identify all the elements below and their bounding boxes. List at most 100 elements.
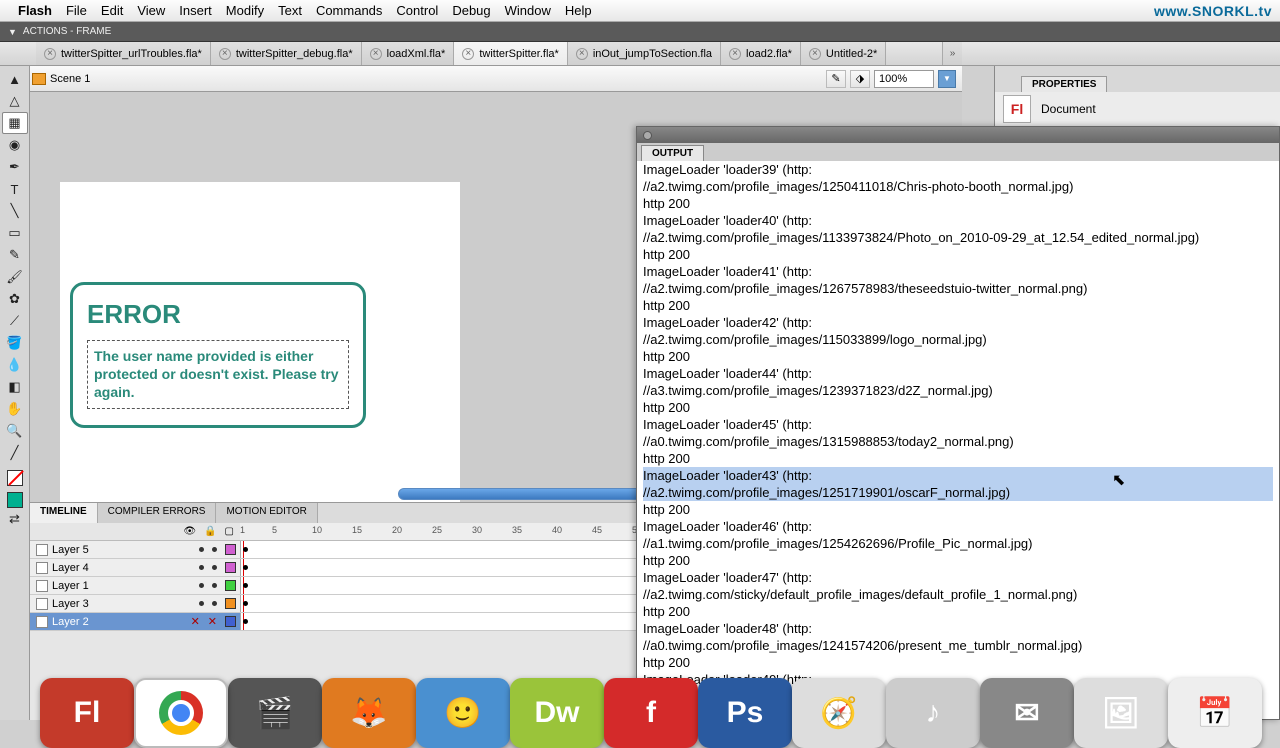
lock-icon[interactable]: 🔒 bbox=[204, 526, 216, 537]
layer-frames[interactable] bbox=[240, 559, 636, 576]
keyframe-icon[interactable] bbox=[243, 565, 248, 570]
close-icon[interactable]: × bbox=[462, 48, 474, 60]
document-tab[interactable]: ×inOut_jumpToSection.fla bbox=[568, 42, 721, 65]
layer-cell[interactable]: Layer 4 bbox=[30, 559, 240, 576]
lock-x-icon[interactable]: ✕ bbox=[208, 615, 217, 628]
output-line[interactable]: ImageLoader 'loader41' (http: //a2.twimg… bbox=[643, 263, 1273, 297]
outline-color-swatch[interactable] bbox=[225, 616, 236, 627]
output-line[interactable]: http 200 bbox=[643, 399, 1273, 416]
brush-tool[interactable]: 🖌 bbox=[2, 266, 28, 288]
layer-frames[interactable] bbox=[240, 541, 636, 558]
output-titlebar[interactable] bbox=[637, 127, 1279, 143]
output-line[interactable]: http 200 bbox=[643, 297, 1273, 314]
dock-safari[interactable]: 🧭 bbox=[792, 678, 886, 748]
menu-edit[interactable]: Edit bbox=[101, 3, 123, 18]
visibility-dot[interactable] bbox=[199, 565, 204, 570]
layer-cell[interactable]: Layer 5 bbox=[30, 541, 240, 558]
text-tool[interactable]: T bbox=[2, 178, 28, 200]
close-icon[interactable]: × bbox=[44, 48, 56, 60]
document-tab[interactable]: ×Untitled-2* bbox=[801, 42, 886, 65]
outline-color-swatch[interactable] bbox=[225, 544, 236, 555]
pencil-tool[interactable]: ✎ bbox=[2, 244, 28, 266]
close-icon[interactable]: × bbox=[576, 48, 588, 60]
frames-ruler[interactable]: 151015202530354045505560 bbox=[240, 523, 636, 540]
dock-photoshop[interactable]: Ps bbox=[698, 678, 792, 748]
close-icon[interactable]: × bbox=[809, 48, 821, 60]
tab-timeline[interactable]: TIMELINE bbox=[30, 503, 98, 523]
outline-color-swatch[interactable] bbox=[225, 598, 236, 609]
dock-firefox[interactable]: 🦊 bbox=[322, 678, 416, 748]
document-tab[interactable]: ×twitterSpitter_urlTroubles.fla* bbox=[36, 42, 211, 65]
keyframe-icon[interactable] bbox=[243, 547, 248, 552]
output-line[interactable]: ImageLoader 'loader43' (http: //a2.twimg… bbox=[643, 467, 1273, 501]
timeline-layer-row[interactable]: Layer 2✕✕ bbox=[30, 613, 636, 631]
menu-window[interactable]: Window bbox=[505, 3, 551, 18]
layer-frames[interactable] bbox=[240, 595, 636, 612]
output-line[interactable]: http 200 bbox=[643, 195, 1273, 212]
output-text[interactable]: ImageLoader 'loader39' (http: //a2.twimg… bbox=[637, 161, 1279, 719]
visibility-dot[interactable] bbox=[199, 547, 204, 552]
menu-help[interactable]: Help bbox=[565, 3, 592, 18]
bone-tool[interactable]: ⟋ bbox=[2, 310, 28, 332]
dock-flash[interactable]: Fl bbox=[40, 678, 134, 748]
output-line[interactable]: http 200 bbox=[643, 552, 1273, 569]
zoom-tool[interactable]: 🔍 bbox=[2, 420, 28, 442]
output-line[interactable]: http 200 bbox=[643, 603, 1273, 620]
free-transform-tool[interactable]: ▦ bbox=[2, 112, 28, 134]
layer-frames[interactable] bbox=[240, 613, 636, 630]
visibility-dot[interactable] bbox=[199, 583, 204, 588]
timeline-layer-row[interactable]: Layer 1 bbox=[30, 577, 636, 595]
dock-preview[interactable]: 🖼 bbox=[1074, 678, 1168, 748]
menu-file[interactable]: File bbox=[66, 3, 87, 18]
output-line[interactable]: ImageLoader 'loader47' (http: //a2.twimg… bbox=[643, 569, 1273, 603]
document-tab[interactable]: ×loadXml.fla* bbox=[362, 42, 455, 65]
layer-cell[interactable]: Layer 2✕✕ bbox=[30, 613, 240, 630]
eye-icon[interactable]: 👁 bbox=[183, 526, 196, 537]
output-line[interactable]: http 200 bbox=[643, 501, 1273, 518]
brand-link[interactable]: www.SNORKL.tv bbox=[1154, 3, 1272, 19]
fill-color-swatch[interactable] bbox=[7, 492, 23, 508]
output-line[interactable]: ImageLoader 'loader39' (http: //a2.twimg… bbox=[643, 161, 1273, 195]
menu-modify[interactable]: Modify bbox=[226, 3, 264, 18]
output-tab[interactable]: OUTPUT bbox=[641, 145, 704, 161]
scene-name[interactable]: Scene 1 bbox=[50, 73, 90, 85]
swap-colors[interactable]: ⇄ bbox=[2, 508, 28, 530]
layer-cell[interactable]: Layer 1 bbox=[30, 577, 240, 594]
deco-tool[interactable]: ✿ bbox=[2, 288, 28, 310]
zoom-dropdown[interactable]: ▼ bbox=[938, 70, 956, 88]
selection-tool[interactable]: ▲ bbox=[2, 68, 28, 90]
eraser-tool[interactable]: ◧ bbox=[2, 376, 28, 398]
document-tab[interactable]: ×twitterSpitter.fla* bbox=[454, 42, 567, 65]
dock-mail[interactable]: ✉ bbox=[980, 678, 1074, 748]
dock-flashplayer[interactable]: f bbox=[604, 678, 698, 748]
close-icon[interactable]: × bbox=[219, 48, 231, 60]
timeline-layer-row[interactable]: Layer 4 bbox=[30, 559, 636, 577]
output-line[interactable]: ImageLoader 'loader48' (http: //a0.twimg… bbox=[643, 620, 1273, 654]
stroke-color[interactable]: ╱ bbox=[2, 442, 28, 464]
dock-chrome[interactable] bbox=[134, 678, 228, 748]
close-icon[interactable]: × bbox=[370, 48, 382, 60]
lock-dot[interactable] bbox=[212, 583, 217, 588]
collapse-icon[interactable]: ▼ bbox=[8, 27, 17, 37]
dock-ical[interactable]: 📅 bbox=[1168, 678, 1262, 748]
output-line[interactable]: ImageLoader 'loader46' (http: //a1.twimg… bbox=[643, 518, 1273, 552]
tab-compiler-errors[interactable]: COMPILER ERRORS bbox=[98, 503, 217, 523]
output-line[interactable]: http 200 bbox=[643, 348, 1273, 365]
outline-color-swatch[interactable] bbox=[225, 562, 236, 573]
lock-dot[interactable] bbox=[212, 565, 217, 570]
hide-x-icon[interactable]: ✕ bbox=[191, 615, 200, 628]
timeline-layer-row[interactable]: Layer 5 bbox=[30, 541, 636, 559]
properties-tab[interactable]: PROPERTIES bbox=[1021, 76, 1107, 92]
edit-symbols-button[interactable]: ⬗ bbox=[850, 70, 870, 88]
output-line[interactable]: ImageLoader 'loader44' (http: //a3.twimg… bbox=[643, 365, 1273, 399]
line-tool[interactable]: ╲ bbox=[2, 200, 28, 222]
visibility-dot[interactable] bbox=[199, 601, 204, 606]
dock-dreamweaver[interactable]: Dw bbox=[510, 678, 604, 748]
keyframe-icon[interactable] bbox=[243, 619, 248, 624]
close-icon[interactable]: × bbox=[729, 48, 741, 60]
keyframe-icon[interactable] bbox=[243, 583, 248, 588]
paint-bucket-tool[interactable]: 🪣 bbox=[2, 332, 28, 354]
dock-finder[interactable]: 🙂 bbox=[416, 678, 510, 748]
eyedropper-tool[interactable]: 💧 bbox=[2, 354, 28, 376]
document-tab[interactable]: ×twitterSpitter_debug.fla* bbox=[211, 42, 362, 65]
